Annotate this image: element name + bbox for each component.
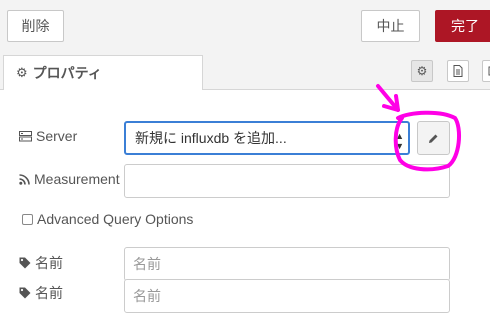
advanced-query-label-text: Advanced Query Options [37, 211, 194, 227]
tag-icon [19, 287, 31, 299]
name2-input[interactable]: 名前 [124, 279, 450, 313]
tab-properties[interactable]: ⚙ プロパティ [3, 55, 203, 90]
tag-icon [19, 257, 31, 269]
pencil-icon [429, 134, 438, 143]
name2-label-text: 名前 [35, 285, 63, 301]
delete-button[interactable]: 削除 [7, 10, 64, 42]
tab-settings[interactable]: ⚙ [411, 60, 433, 82]
measurement-label-text: Measurement [34, 171, 120, 187]
server-icon [19, 130, 32, 142]
gear-icon: ⚙ [416, 64, 428, 78]
tray-toolbar: 削除 中止 完了 [0, 0, 490, 53]
rss-icon [19, 173, 30, 185]
server-select[interactable]: 新規に influxdb を追加... ▲ ▼ [124, 121, 410, 155]
tab-description[interactable] [447, 60, 469, 82]
tab-properties-label: プロパティ [32, 65, 102, 81]
advanced-query-label: Advanced Query Options [37, 211, 193, 227]
tab-appearance[interactable] [482, 60, 490, 82]
gear-icon: ⚙ [16, 65, 28, 80]
name-label-text: 名前 [35, 255, 63, 271]
chevron-down-icon: ▲ ▼ [395, 131, 404, 151]
name-input[interactable]: 名前 [124, 247, 450, 281]
advanced-query-checkbox[interactable] [22, 214, 33, 225]
measurement-input[interactable] [124, 164, 450, 198]
server-label-text: Server [36, 128, 78, 144]
measurement-label: Measurement [19, 171, 120, 187]
name-label: 名前 [19, 253, 63, 273]
done-button[interactable]: 完了 [435, 10, 490, 42]
edit-server-button[interactable] [417, 121, 450, 155]
name2-label: 名前 [19, 283, 63, 303]
document-icon [453, 65, 463, 77]
server-label: Server [19, 128, 77, 144]
server-select-value: 新規に influxdb を追加... [135, 130, 287, 146]
cancel-button[interactable]: 中止 [361, 10, 420, 42]
